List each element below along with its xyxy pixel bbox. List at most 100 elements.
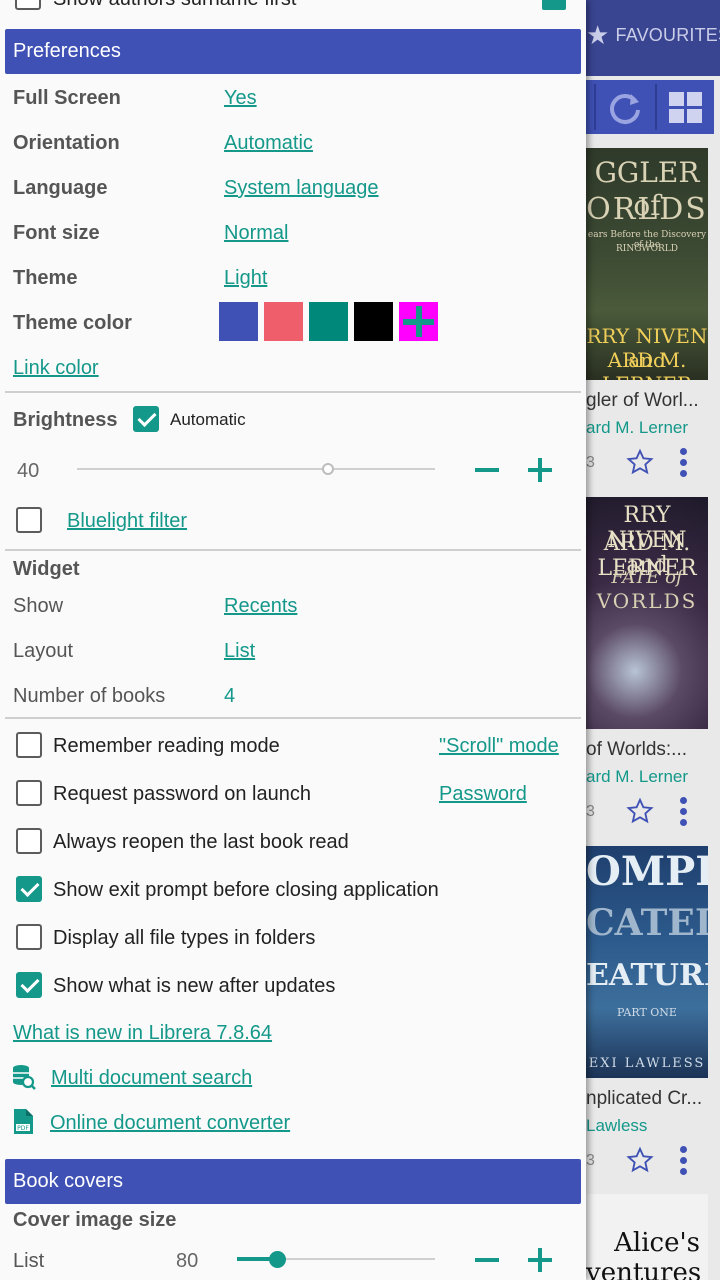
- tab-favourites[interactable]: ★ FAVOURITES: [586, 22, 720, 48]
- plus-icon: [403, 306, 434, 337]
- widget-layout-label: Layout: [13, 640, 74, 662]
- cover-text: FATE of: [611, 567, 683, 588]
- brightness-decrease-button[interactable]: [474, 457, 500, 483]
- bluelight-filter-checkbox[interactable]: [16, 507, 42, 533]
- brightness-value: 40: [17, 460, 40, 482]
- cover-text: ARD M. LERNER: [602, 348, 692, 380]
- book-title[interactable]: of Worlds:...: [586, 739, 687, 761]
- cover-list-value: 80: [176, 1250, 199, 1272]
- request-password-checkbox[interactable]: [16, 780, 42, 806]
- book-author[interactable]: ard M. Lerner: [586, 418, 688, 438]
- book-count: 3: [586, 454, 595, 471]
- online-converter-link[interactable]: Online document converter: [50, 1112, 290, 1135]
- book-covers-header[interactable]: Book covers: [5, 1159, 581, 1204]
- book-cover[interactable]: GGLER of ORLDS ears Before the Discovery…: [586, 148, 708, 380]
- cover-list-label: List: [13, 1250, 45, 1272]
- reopen-last-book-checkbox[interactable]: [16, 828, 42, 854]
- theme-color-swatch-red[interactable]: [264, 302, 303, 341]
- scroll-mode-link[interactable]: "Scroll" mode: [439, 735, 559, 758]
- book-title[interactable]: gler of Worl...: [586, 390, 699, 412]
- more-options-icon[interactable]: [680, 448, 688, 481]
- add-theme-color-button[interactable]: [399, 302, 438, 341]
- show-whats-new-checkbox[interactable]: [16, 972, 42, 998]
- cover-size-slider-thumb[interactable]: [269, 1251, 286, 1268]
- widget-books-value[interactable]: 4: [224, 685, 235, 708]
- database-search-icon: [13, 1065, 36, 1090]
- book-cover[interactable]: RRY NIVEN and ARD M. LERNER FATE of VORL…: [586, 497, 708, 729]
- brightness-slider-thumb[interactable]: [322, 463, 334, 475]
- svg-text:PDF: PDF: [17, 1125, 29, 1132]
- theme-color-swatch-teal[interactable]: [309, 302, 348, 341]
- remember-reading-mode-checkbox[interactable]: [16, 732, 42, 758]
- cover-text: ORLDS: [586, 192, 708, 227]
- cover-text: Alice's: [614, 1228, 700, 1258]
- widget-show-label: Show: [13, 595, 64, 617]
- password-link[interactable]: Password: [439, 783, 527, 806]
- language-value[interactable]: System language: [224, 177, 379, 200]
- font-size-value[interactable]: Normal: [224, 222, 288, 245]
- divider: [5, 717, 581, 719]
- grid-view-icon[interactable]: [666, 88, 706, 128]
- favourite-star-icon[interactable]: [626, 448, 654, 476]
- favourite-star-icon[interactable]: [626, 797, 654, 825]
- star-icon: ★: [586, 20, 610, 50]
- font-size-label: Font size: [13, 222, 100, 244]
- exit-prompt-checkbox[interactable]: [16, 876, 42, 902]
- theme-value[interactable]: Light: [224, 267, 267, 290]
- display-all-file-types-checkbox[interactable]: [16, 924, 42, 950]
- book-cover[interactable]: OMPL CATED EATURES PART ONE EXI LAWLESS: [586, 846, 708, 1078]
- theme-color-swatch-blue[interactable]: [219, 302, 258, 341]
- cover-text: PART ONE: [617, 1006, 677, 1019]
- widget-section-title: Widget: [13, 558, 80, 580]
- request-password-label: Request password on launch: [53, 783, 311, 805]
- more-options-icon[interactable]: [680, 1146, 688, 1179]
- brightness-auto-label: Automatic: [170, 410, 246, 429]
- note-icon[interactable]: [542, 0, 566, 10]
- toolbar-divider: [594, 84, 596, 130]
- bluelight-filter-link[interactable]: Bluelight filter: [67, 510, 187, 533]
- more-options-icon[interactable]: [680, 797, 688, 830]
- multi-document-search-link[interactable]: Multi document search: [51, 1067, 252, 1090]
- cover-image-size-label: Cover image size: [13, 1209, 177, 1231]
- brightness-label: Brightness: [13, 409, 118, 431]
- book-author[interactable]: Lawless: [586, 1116, 647, 1136]
- brightness-increase-button[interactable]: [527, 457, 553, 483]
- refresh-icon[interactable]: [605, 88, 645, 128]
- theme-label: Theme: [13, 267, 78, 289]
- theme-color-swatch-black[interactable]: [354, 302, 393, 341]
- cover-text: EXI LAWLESS: [588, 1056, 706, 1071]
- book-count: 3: [586, 1152, 595, 1169]
- surname-first-label: Show authors surname first: [53, 0, 296, 11]
- brightness-auto-checkbox[interactable]: [133, 406, 159, 432]
- book-author[interactable]: ard M. Lerner: [586, 767, 688, 787]
- reopen-last-book-label: Always reopen the last book read: [53, 831, 349, 853]
- book-title[interactable]: nplicated Cr...: [586, 1088, 702, 1110]
- cover-text: RINGWORLD: [616, 244, 678, 254]
- favourite-star-icon[interactable]: [626, 1146, 654, 1174]
- widget-layout-value[interactable]: List: [224, 640, 255, 663]
- display-all-file-types-label: Display all file types in folders: [53, 927, 316, 949]
- theme-color-label: Theme color: [13, 312, 132, 334]
- exit-prompt-label: Show exit prompt before closing applicat…: [53, 879, 439, 901]
- full-screen-value[interactable]: Yes: [224, 87, 257, 110]
- book-count: 3: [586, 803, 595, 820]
- widget-books-label: Number of books: [13, 685, 166, 707]
- surname-first-checkbox[interactable]: [15, 0, 41, 10]
- whats-new-link[interactable]: What is new in Librera 7.8.64: [13, 1022, 272, 1045]
- book-cover[interactable]: Alice's ventures in: [586, 1194, 708, 1280]
- show-whats-new-label: Show what is new after updates: [53, 975, 336, 997]
- full-screen-label: Full Screen: [13, 87, 121, 109]
- cover-text: EATURES: [586, 958, 708, 993]
- cover-text: CATED: [586, 902, 708, 944]
- cover-size-increase-button[interactable]: [527, 1247, 553, 1273]
- cover-size-decrease-button[interactable]: [474, 1247, 500, 1273]
- brightness-slider-track[interactable]: [77, 468, 435, 470]
- remember-reading-mode-label: Remember reading mode: [53, 735, 280, 757]
- cover-text: VORLDS: [596, 589, 698, 613]
- divider: [5, 391, 581, 393]
- link-color-link[interactable]: Link color: [13, 357, 99, 380]
- orientation-value[interactable]: Automatic: [224, 132, 313, 155]
- cover-text: OMPL: [586, 848, 708, 895]
- preferences-header[interactable]: Preferences: [5, 29, 581, 74]
- widget-show-value[interactable]: Recents: [224, 595, 297, 618]
